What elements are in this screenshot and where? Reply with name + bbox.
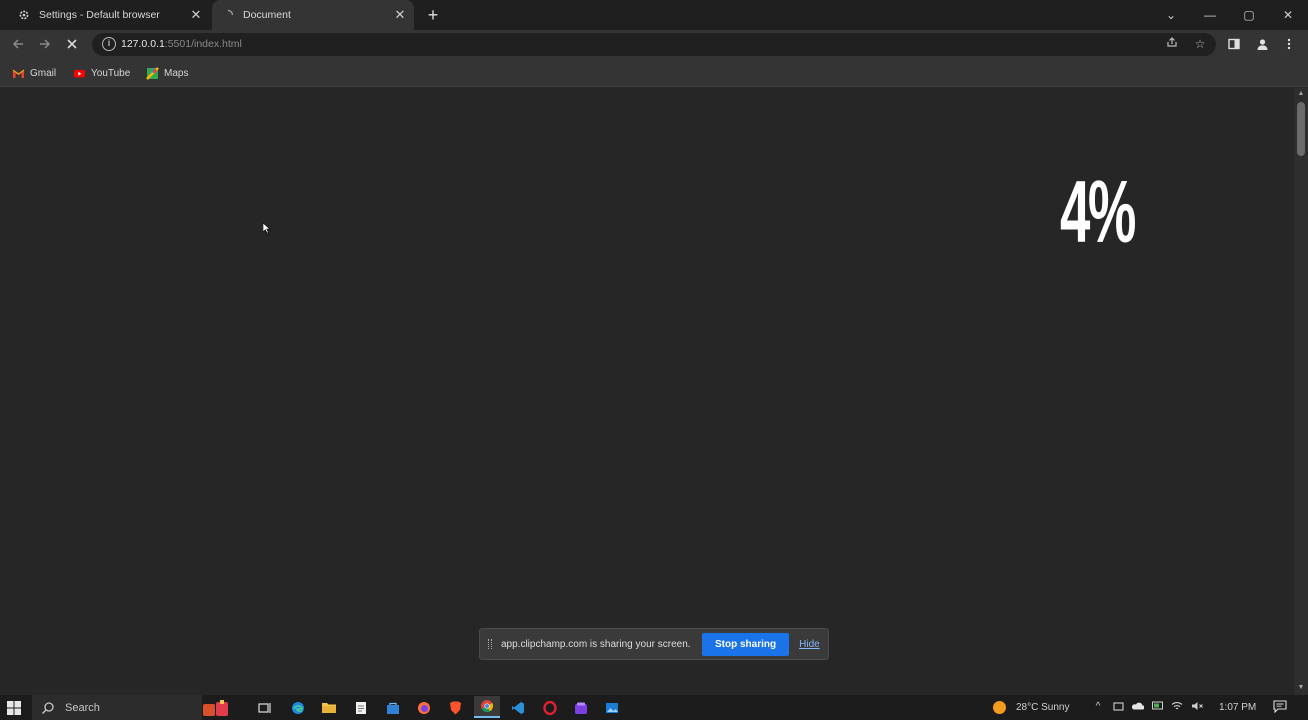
search-highlight-icon [203,700,228,716]
bookmark-youtube[interactable]: YouTube [73,65,130,81]
bookmark-gmail[interactable]: Gmail [12,65,56,81]
file-explorer-icon[interactable] [320,699,338,717]
meet-now-icon[interactable] [1112,701,1124,713]
chevron-up-icon[interactable]: ^ [1092,701,1104,713]
side-panel-button[interactable] [1223,33,1245,55]
url-host: 127.0.0.1 [121,38,165,50]
wifi-icon[interactable] [1171,701,1183,713]
arrow-left-icon [12,39,23,49]
tab-title: Document [243,9,291,21]
person-icon [1257,38,1267,50]
minimize-button[interactable]: — [1191,0,1229,30]
scrollbar-thumb[interactable] [1297,102,1305,156]
taskbar-search[interactable]: Search [32,695,228,720]
tab-document[interactable]: Document ✕ [212,0,414,30]
stop-sharing-button[interactable]: Stop sharing [702,632,790,656]
taskbar: Search 28°C Sunny ^ 1:07 PM [0,695,1308,720]
vscode-app-icon[interactable] [509,699,527,717]
close-tab-icon[interactable]: ✕ [188,7,204,23]
browser-toolbar: i 127.0.0.1:5501/index.html ☆ [0,30,1308,59]
youtube-icon [74,69,85,77]
page-scrollbar[interactable]: ▲ ▼ [1294,88,1308,695]
address-url: 127.0.0.1:5501/index.html [121,38,242,50]
arrow-right-icon [40,39,51,49]
tab-search-button[interactable]: ⌄ [1152,0,1190,30]
clock[interactable]: 1:07 PM [1219,695,1256,720]
edge-app-icon[interactable] [289,699,307,717]
profile-button[interactable] [1251,33,1273,55]
share-icon[interactable] [1164,36,1180,52]
screen-share-bar: app.clipchamp.com is sharing your screen… [479,628,829,660]
firefox-app-icon[interactable] [415,699,433,717]
notification-icon[interactable] [1273,700,1287,714]
back-button[interactable] [7,33,29,55]
clipchamp-app-icon[interactable] [572,699,590,717]
bookmark-label: Maps [164,67,189,79]
photos-app-icon[interactable] [603,699,621,717]
new-tab-button[interactable]: + [424,6,442,24]
share-message: app.clipchamp.com is sharing your screen… [501,638,691,650]
task-view-icon[interactable] [256,699,274,717]
volume-icon[interactable] [1191,701,1203,713]
more-vert-icon [1287,38,1291,50]
tab-settings[interactable]: Settings - Default browser ✕ [8,0,210,30]
close-icon [67,39,77,49]
weather-sun-icon [993,701,1006,714]
brave-app-icon[interactable] [446,699,464,717]
opera-app-icon[interactable] [541,699,559,717]
forward-button[interactable] [34,33,56,55]
scroll-up-icon[interactable]: ▲ [1297,90,1305,98]
tab-strip: Settings - Default browser ✕ Document ✕ … [0,0,1308,30]
stop-loading-button[interactable] [61,33,83,55]
drag-handle-icon[interactable] [488,639,492,649]
bookmark-label: Gmail [30,67,57,79]
hide-link[interactable]: Hide [799,639,820,650]
search-icon [42,701,54,714]
site-info-icon[interactable]: i [102,37,116,51]
loading-percentage: 4% [1060,162,1136,261]
bookmark-label: YouTube [91,67,131,79]
loading-icon [221,8,235,22]
maps-icon [146,66,159,80]
bookmark-maps[interactable]: Maps [146,65,188,81]
side-panel-icon [1228,38,1240,50]
windows-start-icon[interactable] [6,700,22,716]
weather-text[interactable]: 28°C Sunny [1016,695,1069,720]
close-window-button[interactable]: ✕ [1269,0,1307,30]
star-icon[interactable]: ☆ [1192,36,1208,52]
gmail-icon [12,69,25,78]
page-content: 4% [0,88,1294,695]
menu-button[interactable] [1278,33,1300,55]
screen: Settings - Default browser ✕ Document ✕ … [0,0,1308,720]
search-placeholder: Search [65,701,100,714]
address-bar[interactable]: i 127.0.0.1:5501/index.html ☆ [92,33,1216,56]
close-tab-icon[interactable]: ✕ [392,7,408,23]
battery-icon[interactable] [1152,701,1164,713]
gear-icon [17,8,31,22]
onedrive-icon[interactable] [1131,701,1145,713]
maximize-button[interactable]: ▢ [1230,0,1268,30]
url-path: :5501/index.html [164,38,242,50]
scroll-down-icon[interactable]: ▼ [1297,684,1305,692]
notepad-app-icon[interactable] [352,699,370,717]
chrome-app-icon[interactable] [474,696,500,718]
mouse-cursor-icon [263,223,271,233]
store-app-icon[interactable] [384,699,402,717]
tab-title: Settings - Default browser [39,9,160,21]
bookmarks-bar: Gmail YouTube Maps [0,59,1308,87]
